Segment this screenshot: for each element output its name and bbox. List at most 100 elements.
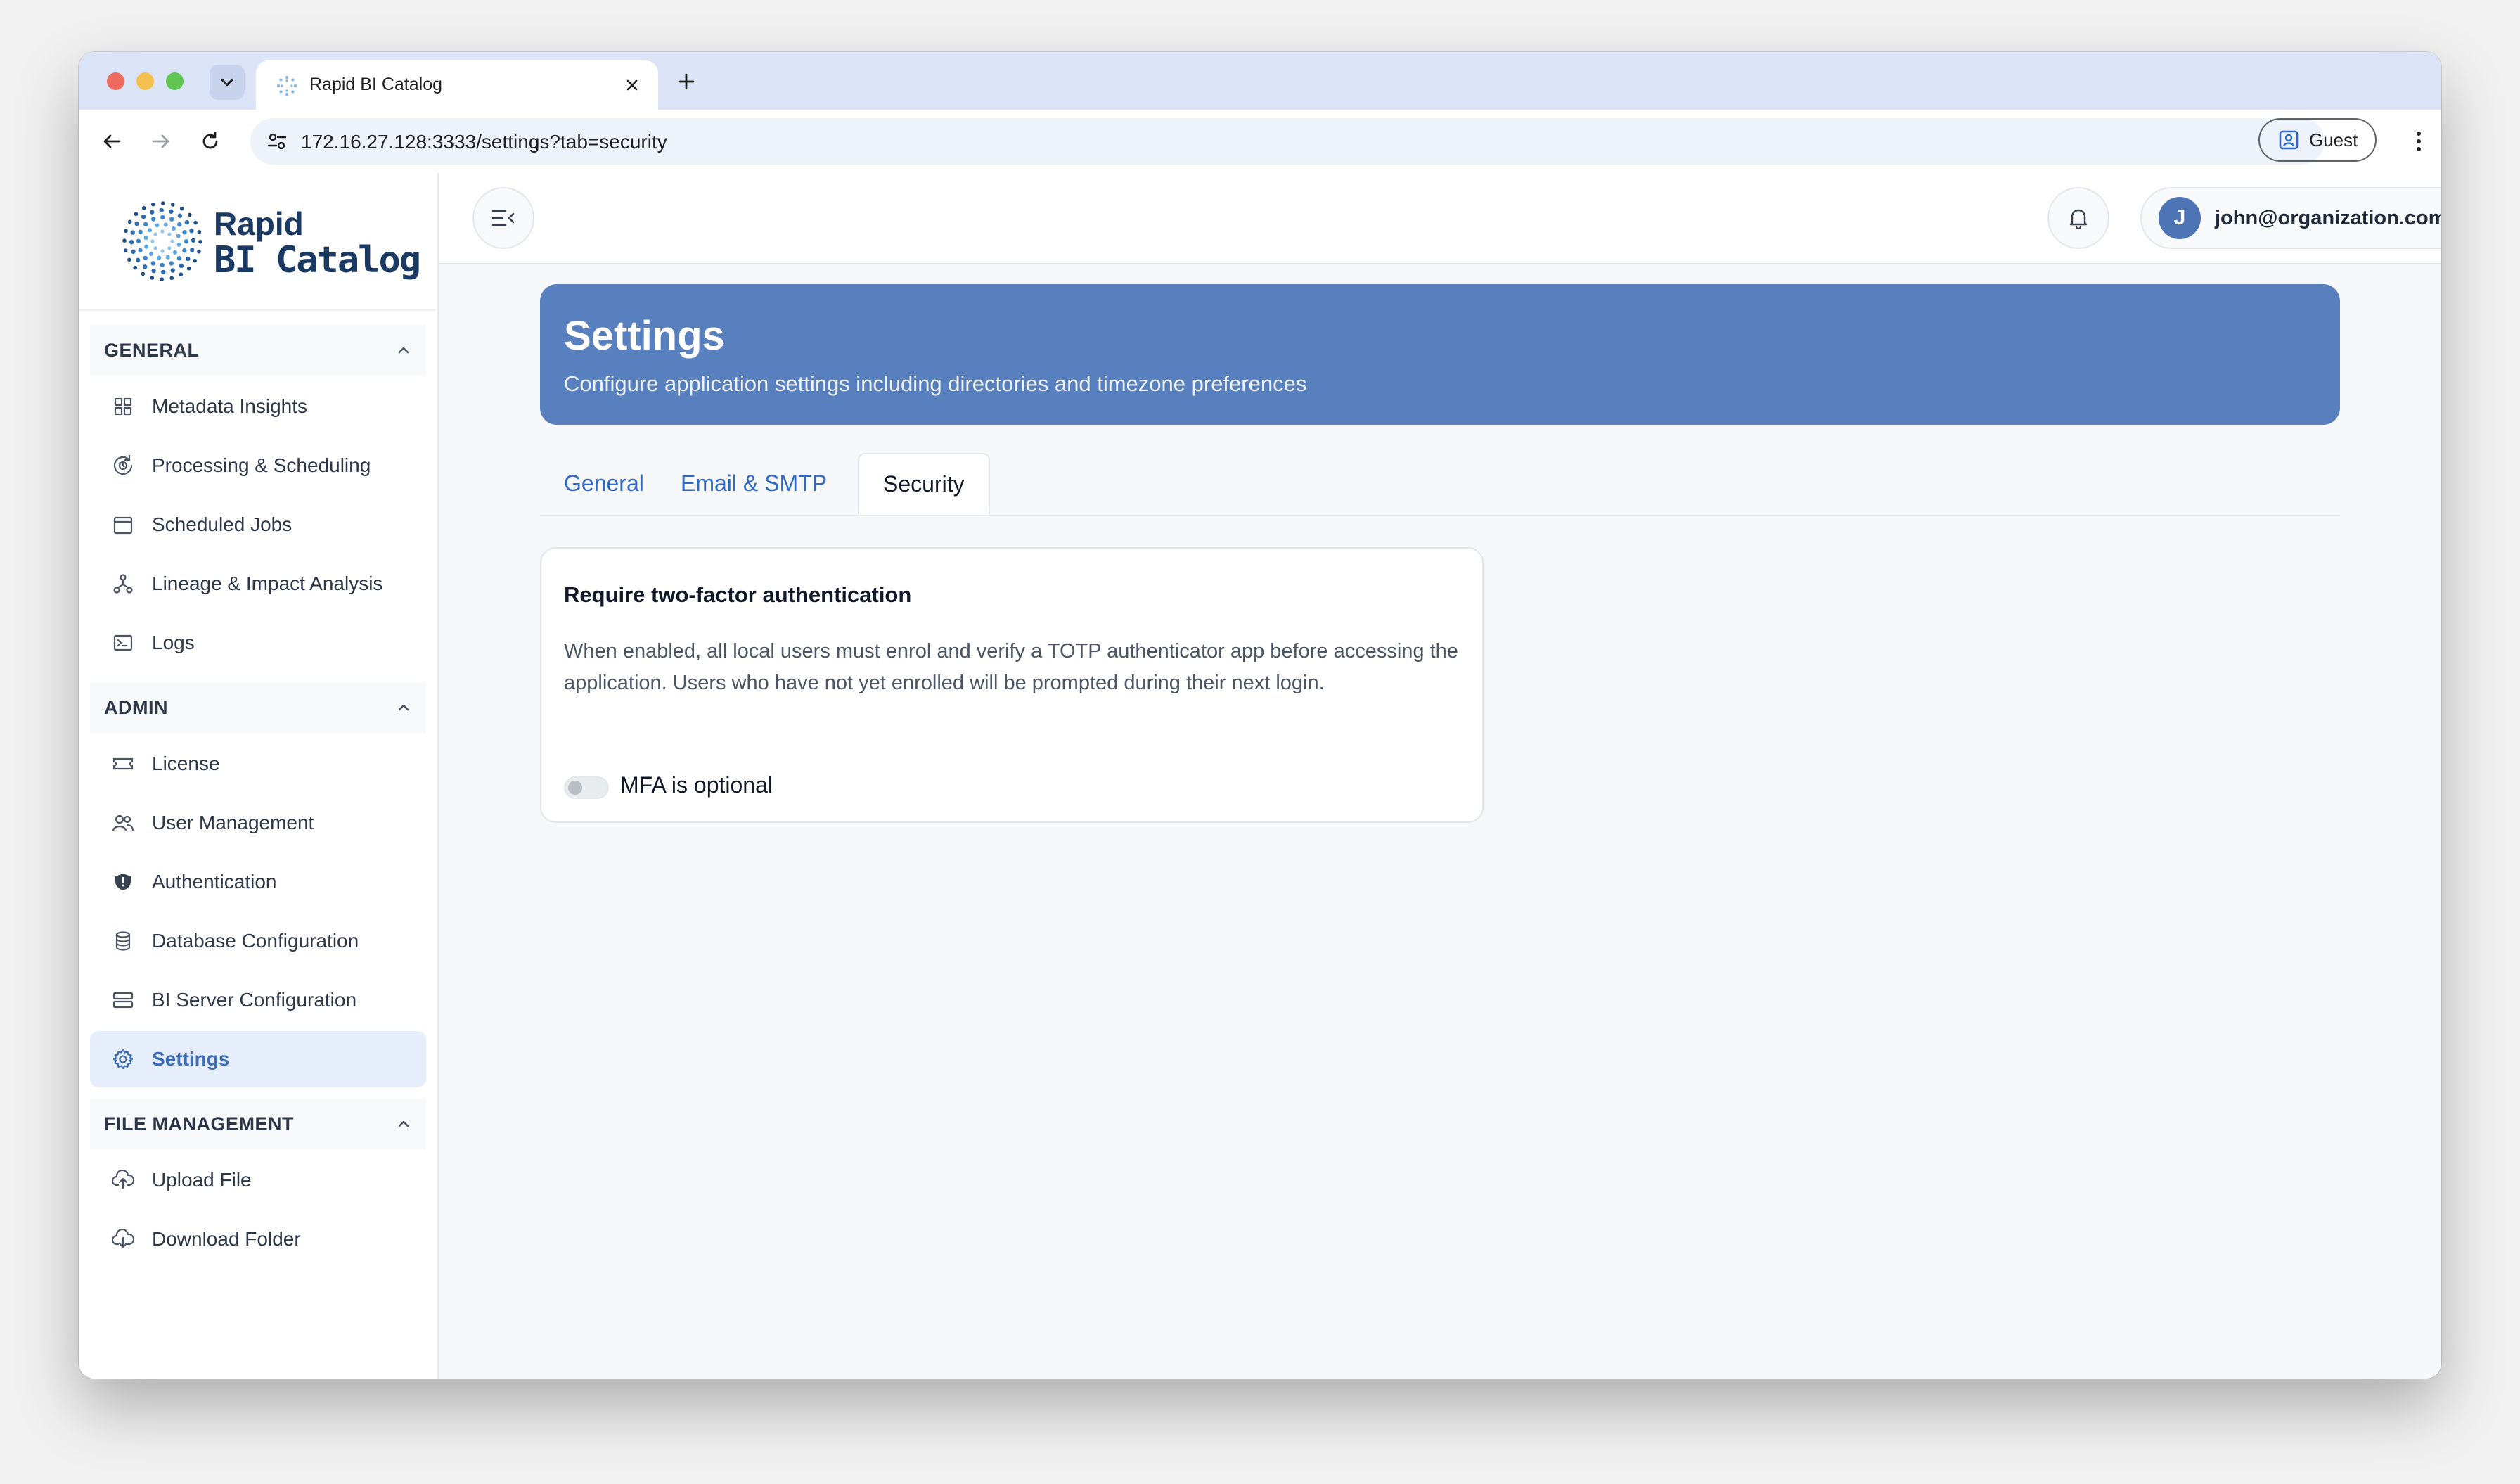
sidebar-item-label: Upload File bbox=[152, 1169, 252, 1191]
sidebar-section-admin[interactable]: ADMIN bbox=[90, 682, 426, 733]
browser-tabstrip: Rapid BI Catalog bbox=[79, 52, 2441, 110]
sidebar-item-upload-file[interactable]: Upload File bbox=[90, 1152, 426, 1208]
sidebar-item-label: BI Server Configuration bbox=[152, 989, 357, 1011]
mfa-toggle-label: MFA is optional bbox=[620, 772, 773, 798]
sidebar-section-general[interactable]: GENERAL bbox=[90, 325, 426, 376]
toggle-knob bbox=[568, 781, 582, 795]
refresh-clock-icon bbox=[111, 454, 135, 478]
sidebar-item-user-management[interactable]: User Management bbox=[90, 795, 426, 851]
sidebar-toggle-button[interactable] bbox=[472, 187, 534, 249]
sidebar-item-processing-scheduling[interactable]: Processing & Scheduling bbox=[90, 437, 426, 494]
terminal-icon bbox=[111, 631, 135, 655]
minimize-window-button[interactable] bbox=[136, 72, 154, 90]
ticket-icon bbox=[111, 752, 135, 776]
sidebar-section-file-management[interactable]: FILE MANAGEMENT bbox=[90, 1099, 426, 1149]
address-bar[interactable]: 172.16.27.128:3333/settings?tab=security bbox=[250, 118, 2325, 165]
sidebar-item-logs[interactable]: Logs bbox=[90, 615, 426, 671]
sidebar-item-lineage-impact[interactable]: Lineage & Impact Analysis bbox=[90, 556, 426, 612]
page-banner: Settings Configure application settings … bbox=[540, 284, 2340, 425]
forward-button[interactable] bbox=[146, 127, 176, 156]
user-email: john@organization.com bbox=[2215, 206, 2441, 229]
arrow-left-icon bbox=[103, 134, 121, 148]
profile-icon bbox=[2279, 130, 2299, 150]
section-title: GENERAL bbox=[104, 339, 200, 361]
sidebar: Rapid BI Catalog GENERAL Metadata Insigh… bbox=[79, 173, 439, 1379]
user-menu-button[interactable]: J john@organization.com bbox=[2140, 187, 2441, 249]
chevron-down-icon bbox=[221, 78, 233, 87]
sidebar-item-database-configuration[interactable]: Database Configuration bbox=[90, 913, 426, 969]
sidebar-item-label: Metadata Insights bbox=[152, 395, 308, 417]
browser-tab-title: Rapid BI Catalog bbox=[309, 75, 443, 94]
cloud-upload-icon bbox=[111, 1168, 135, 1192]
browser-menu-icon[interactable] bbox=[2405, 127, 2433, 156]
sidebar-divider bbox=[79, 309, 436, 311]
sidebar-item-license[interactable]: License bbox=[90, 736, 426, 792]
app-logo[interactable]: Rapid BI Catalog bbox=[121, 200, 430, 283]
page-title: Settings bbox=[564, 313, 725, 359]
logo-text-line1: Rapid bbox=[214, 205, 304, 242]
chevron-up-icon bbox=[398, 1120, 409, 1127]
logo-text-line2: BI Catalog bbox=[214, 239, 421, 281]
calendar-icon bbox=[111, 513, 135, 537]
url-text: 172.16.27.128:3333/settings?tab=security bbox=[301, 131, 667, 153]
new-tab-icon[interactable] bbox=[674, 69, 699, 94]
profile-button[interactable]: Guest bbox=[2258, 118, 2377, 162]
browser-tab-active[interactable]: Rapid BI Catalog bbox=[256, 60, 658, 110]
sidebar-item-metadata-insights[interactable]: Metadata Insights bbox=[90, 378, 426, 435]
arrow-right-icon bbox=[152, 134, 169, 148]
tab-general[interactable]: General bbox=[540, 453, 668, 513]
sidebar-item-label: Processing & Scheduling bbox=[152, 454, 371, 476]
browser-window: Rapid BI Catalog 172.16.27.128:3333/sett… bbox=[79, 52, 2441, 1379]
server-icon bbox=[111, 988, 135, 1012]
sidebar-item-label: Logs bbox=[152, 632, 195, 653]
chevron-up-icon bbox=[398, 347, 409, 354]
tab-security[interactable]: Security bbox=[858, 453, 990, 515]
avatar: J bbox=[2159, 197, 2201, 239]
site-info-icon[interactable] bbox=[266, 130, 288, 153]
settings-tabs: General Email & SMTP Security bbox=[540, 453, 2340, 516]
sidebar-item-authentication[interactable]: Authentication bbox=[90, 854, 426, 910]
close-icon[interactable] bbox=[622, 75, 643, 96]
database-icon bbox=[111, 929, 135, 953]
notifications-button[interactable] bbox=[2048, 187, 2109, 249]
users-icon bbox=[111, 811, 135, 835]
sidebar-item-label: Lineage & Impact Analysis bbox=[152, 573, 383, 594]
reload-icon bbox=[202, 132, 218, 149]
sidebar-item-label: Scheduled Jobs bbox=[152, 513, 292, 535]
mfa-toggle[interactable] bbox=[564, 776, 609, 799]
sidebar-item-label: User Management bbox=[152, 812, 314, 833]
gear-icon bbox=[111, 1047, 135, 1071]
favicon-icon bbox=[277, 76, 297, 96]
logo-mark-icon bbox=[122, 201, 202, 281]
sidebar-item-label: Settings bbox=[152, 1048, 230, 1070]
app-header: J john@organization.com bbox=[439, 173, 2441, 264]
page-subtitle: Configure application settings including… bbox=[564, 371, 1307, 396]
shield-icon bbox=[111, 870, 135, 894]
back-button[interactable] bbox=[97, 127, 127, 156]
sidebar-item-label: Database Configuration bbox=[152, 930, 359, 952]
sidebar-item-bi-server-configuration[interactable]: BI Server Configuration bbox=[90, 972, 426, 1028]
tab-email-smtp[interactable]: Email & SMTP bbox=[657, 453, 851, 513]
browser-toolbar: 172.16.27.128:3333/settings?tab=security… bbox=[79, 110, 2441, 174]
two-factor-card: Require two-factor authentication When e… bbox=[540, 547, 1484, 823]
bell-icon bbox=[2069, 209, 2088, 230]
reload-button[interactable] bbox=[195, 127, 225, 156]
maximize-window-button[interactable] bbox=[166, 72, 184, 90]
sidebar-item-download-folder[interactable]: Download Folder bbox=[90, 1211, 426, 1267]
card-title: Require two-factor authentication bbox=[564, 582, 912, 607]
sidebar-item-label: License bbox=[152, 753, 220, 774]
close-window-button[interactable] bbox=[107, 72, 124, 90]
sidebar-item-label: Download Folder bbox=[152, 1228, 301, 1250]
cloud-download-icon bbox=[111, 1227, 135, 1251]
sidebar-item-scheduled-jobs[interactable]: Scheduled Jobs bbox=[90, 497, 426, 553]
sidebar-item-settings[interactable]: Settings bbox=[90, 1031, 426, 1087]
grid-icon bbox=[111, 395, 135, 418]
section-title: FILE MANAGEMENT bbox=[104, 1113, 294, 1134]
sidebar-item-label: Authentication bbox=[152, 871, 277, 893]
lineage-icon bbox=[111, 572, 135, 596]
collapse-sidebar-icon bbox=[491, 210, 515, 226]
card-description: When enabled, all local users must enrol… bbox=[564, 640, 1458, 694]
app-root: Rapid BI Catalog GENERAL Metadata Insigh… bbox=[79, 173, 2441, 1379]
profile-label: Guest bbox=[2309, 129, 2358, 151]
tab-search-button[interactable] bbox=[210, 65, 245, 100]
